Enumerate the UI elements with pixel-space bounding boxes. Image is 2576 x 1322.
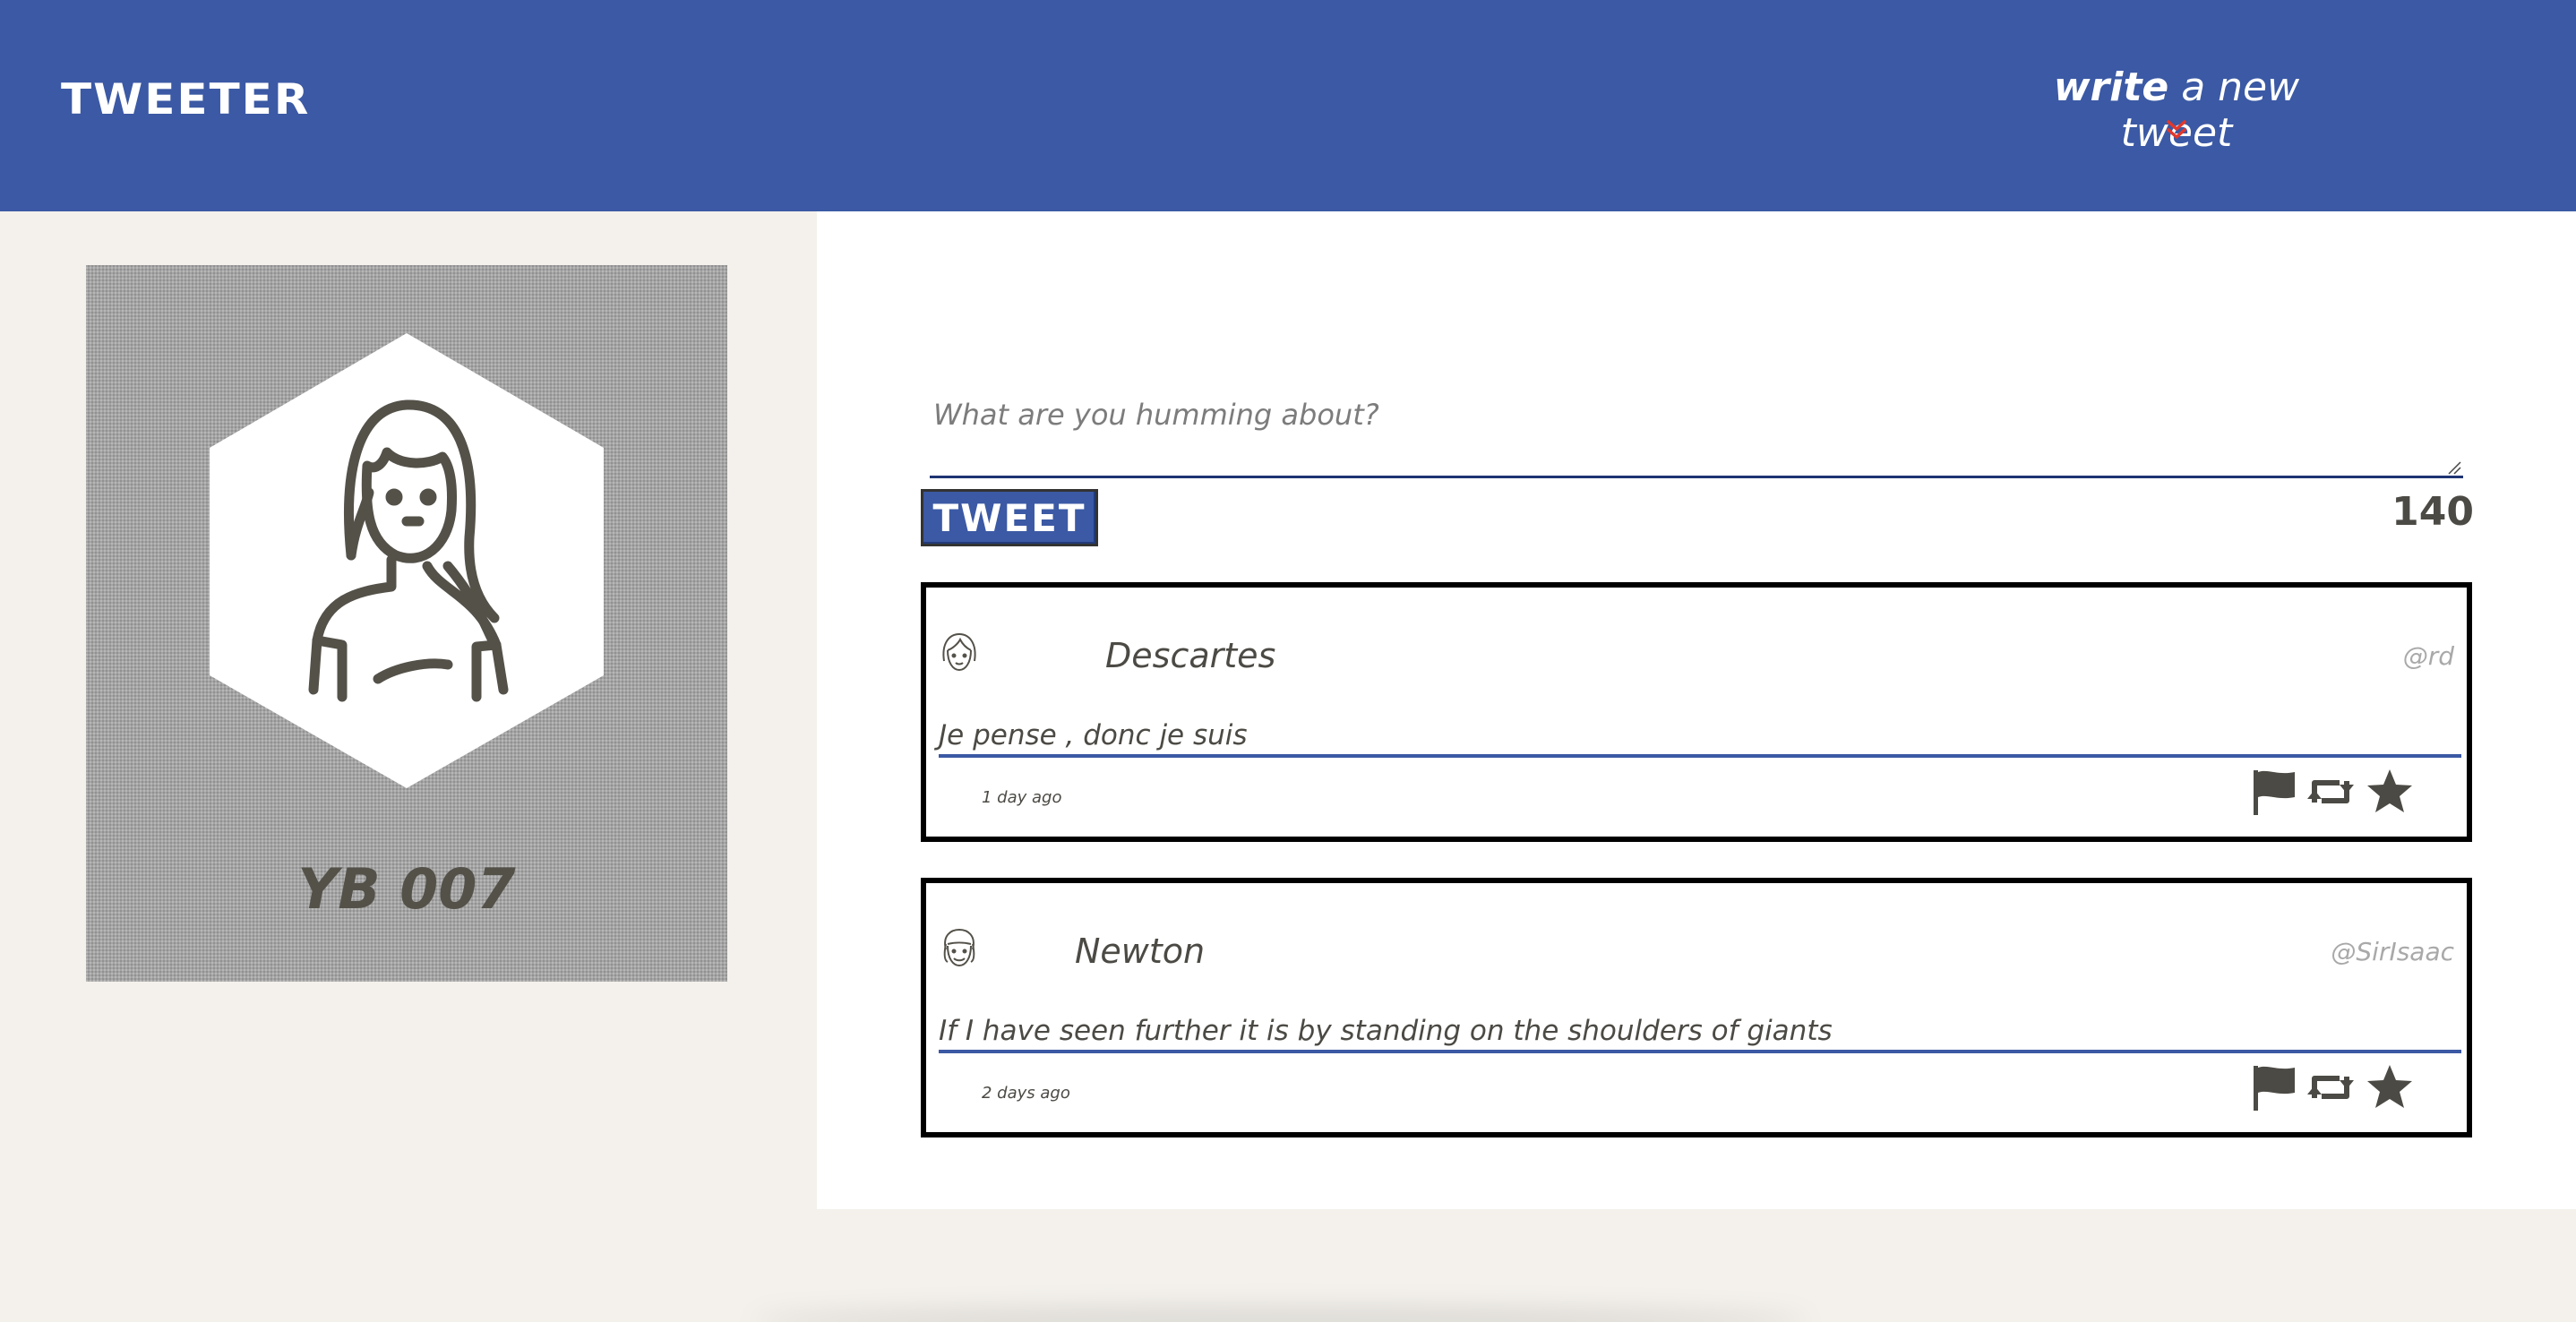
retweet-icon[interactable] (2306, 767, 2356, 817)
brand-logo: TWEETER (61, 74, 311, 124)
footer-shadow (752, 1308, 1809, 1322)
tweet-card: Newton @SirIsaac If I have seen further … (921, 878, 2472, 1137)
resize-grip-icon[interactable] (2447, 460, 2461, 475)
tweet-text: If I have seen further it is by standing… (939, 1014, 2461, 1053)
write-new-tweet-toggle[interactable]: write a new tweet (2006, 64, 2347, 156)
woman-avatar-icon (210, 333, 604, 788)
tweet-author: Descartes (1105, 636, 1276, 675)
top-nav: TWEETER write a new tweet (0, 0, 2576, 211)
tweet-textarea[interactable] (930, 376, 2463, 478)
character-counter: 140 (2391, 489, 2474, 535)
main-content: TWEET 140 Descartes @rd Je pense , donc … (817, 211, 2576, 1209)
tweet-button[interactable]: TWEET (921, 489, 1098, 546)
tweet-card: Descartes @rd Je pense , donc je suis 1 … (921, 582, 2472, 842)
tweet-handle: @SirIsaac (2331, 937, 2454, 966)
flag-icon[interactable] (2250, 1062, 2300, 1112)
profile-card: YB 007 (86, 265, 727, 982)
profile-name: YB 007 (297, 856, 516, 922)
girl-face-icon (942, 632, 976, 672)
compose-toggle-bold: write (2053, 64, 2169, 110)
tweet-text: Je pense , donc je suis (939, 718, 2461, 758)
flag-icon[interactable] (2250, 767, 2300, 817)
tweet-timestamp: 2 days ago (982, 1084, 1070, 1103)
star-icon[interactable] (2365, 1062, 2415, 1112)
tweet-handle: @rd (2402, 641, 2454, 671)
boy-face-icon (943, 928, 975, 967)
retweet-icon[interactable] (2306, 1062, 2356, 1112)
tweet-actions (2250, 767, 2420, 820)
tweet-author: Newton (1075, 931, 1206, 971)
tweet-actions (2250, 1062, 2420, 1116)
tweet-timestamp: 1 day ago (982, 788, 1062, 807)
double-chevron-down-icon[interactable] (2163, 116, 2190, 143)
star-icon[interactable] (2365, 767, 2415, 817)
